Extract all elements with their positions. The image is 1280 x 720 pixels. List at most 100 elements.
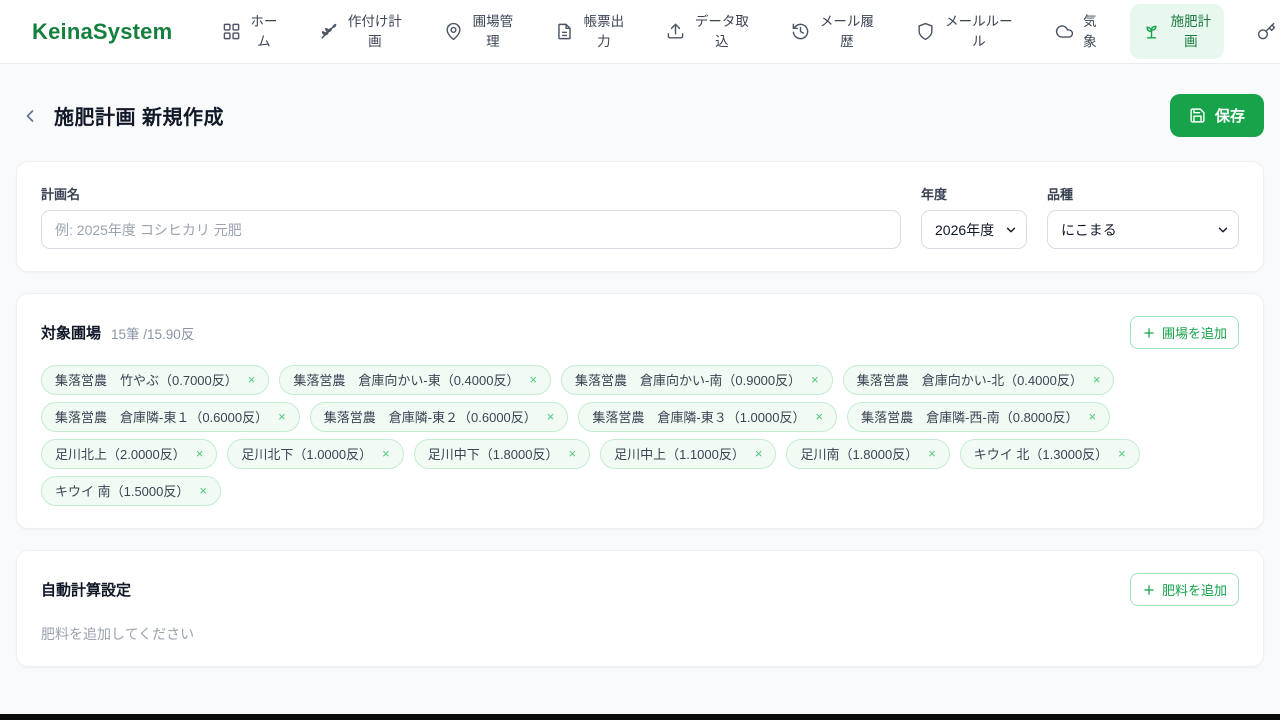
remove-field-button[interactable]: × — [928, 447, 936, 460]
field-chip: 集落営農 倉庫隣-西-南（0.8000反） × — [847, 402, 1111, 432]
field-chip-label: 集落営農 倉庫向かい-東（0.4000反） — [293, 373, 520, 388]
remove-field-button[interactable]: × — [278, 410, 286, 423]
plan-name-input[interactable] — [41, 210, 901, 249]
save-button[interactable]: 保存 — [1169, 94, 1264, 137]
year-select[interactable]: 2026年度 — [921, 210, 1027, 249]
field-chip: 集落営農 倉庫向かい-南（0.9000反） × — [561, 365, 833, 395]
top-nav-bar: KeinaSystem ホーム 作付け計画 圃場管理 帳票出力 データ取込 メー… — [0, 0, 1280, 64]
target-fields-card: 対象圃場 15筆 /15.90反 圃場を追加 集落営農 竹やぶ（0.7000反）… — [16, 293, 1264, 529]
bottom-edge-bar — [0, 714, 1280, 720]
remove-field-button[interactable]: × — [1088, 410, 1096, 423]
field-chip-label: 足川南（1.8000反） — [800, 447, 919, 462]
nav-item-fertilizer-plan[interactable]: 施肥計画 — [1130, 3, 1225, 60]
nav-item-weather[interactable]: 気象 — [1047, 6, 1105, 57]
brand-logo: KeinaSystem — [32, 18, 173, 44]
remove-field-button[interactable]: × — [1118, 447, 1126, 460]
main-content: 施肥計画 新規作成 保存 計画名 年度 2026年度 — [0, 94, 1280, 667]
nav-item-home[interactable]: ホーム — [214, 6, 286, 57]
add-fertilizer-button[interactable]: 肥料を追加 — [1129, 573, 1239, 606]
sprout-icon — [1142, 22, 1161, 41]
nav-label: メール履歴 — [819, 13, 874, 49]
add-field-button[interactable]: 圃場を追加 — [1129, 316, 1239, 349]
add-field-button-label: 圃場を追加 — [1161, 326, 1227, 341]
field-chip-label: 集落営農 倉庫隣-東３（1.0000反） — [592, 410, 806, 425]
upload-icon — [666, 22, 685, 41]
remove-field-button[interactable]: × — [248, 373, 256, 386]
page-title: 施肥計画 新規作成 — [54, 107, 225, 129]
field-chip: キウイ 北（1.3000反） × — [959, 439, 1140, 469]
year-label: 年度 — [921, 187, 948, 202]
variety-select[interactable]: にこまる — [1047, 210, 1239, 249]
add-fertilizer-button-label: 肥料を追加 — [1161, 583, 1227, 598]
remove-field-button[interactable]: × — [382, 447, 390, 460]
remove-field-button[interactable]: × — [529, 373, 537, 386]
field-chip-label: 足川北下（1.0000反） — [241, 447, 373, 462]
nav-label: 圃場管理 — [472, 13, 514, 49]
remove-field-button[interactable]: × — [811, 373, 819, 386]
key-icon — [1257, 22, 1276, 41]
nav-label: メールルール — [945, 13, 1013, 49]
field-chip: 足川中下（1.8000反） × — [413, 439, 591, 469]
nav-label: 作付け計画 — [347, 13, 402, 49]
nav-item-data-import[interactable]: データ取込 — [658, 6, 758, 57]
field-chip-label: キウイ 南（1.5000反） — [55, 484, 190, 499]
nav-item-report-output[interactable]: 帳票出力 — [547, 6, 633, 57]
field-chip: 集落営農 倉庫向かい-東（0.4000反） × — [279, 365, 552, 395]
nav-item-field-management[interactable]: 圃場管理 — [436, 6, 522, 57]
nav-item-api-key[interactable] — [1249, 16, 1280, 47]
remove-field-button[interactable]: × — [196, 447, 204, 460]
field-chip: 足川中上（1.1000反） × — [600, 439, 777, 469]
field-chip: 集落営農 倉庫隣-東１（0.6000反） × — [41, 402, 300, 432]
field-chip-label: 集落営農 倉庫隣-東２（0.6000反） — [323, 410, 537, 425]
main-nav: ホーム 作付け計画 圃場管理 帳票出力 データ取込 メール履歴 メールルール 気… — [214, 3, 1280, 60]
remove-field-button[interactable]: × — [815, 410, 823, 423]
field-chip-label: 集落営農 倉庫向かい-北（0.4000反） — [856, 373, 1083, 388]
field-chip-list: 集落営農 竹やぶ（0.7000反） × 集落営農 倉庫向かい-東（0.4000反）… — [41, 365, 1239, 506]
remove-field-button[interactable]: × — [1093, 373, 1101, 386]
back-button[interactable] — [16, 102, 44, 130]
save-icon — [1190, 108, 1205, 123]
field-chip-label: 集落営農 倉庫向かい-南（0.9000反） — [575, 373, 802, 388]
field-chip-label: 集落営農 倉庫隣-東１（0.6000反） — [55, 410, 269, 425]
nav-label: 気象 — [1083, 13, 1097, 49]
field-chip: 足川北上（2.0000反） × — [41, 439, 218, 469]
target-fields-title: 対象圃場 — [41, 325, 102, 342]
plan-name-label: 計画名 — [41, 187, 81, 202]
field-chip: 集落営農 倉庫隣-東３（1.0000反） × — [578, 402, 838, 432]
field-chip-label: 集落営農 倉庫隣-西-南（0.8000反） — [861, 410, 1079, 425]
variety-label: 品種 — [1047, 187, 1074, 202]
cloud-icon — [1055, 22, 1074, 41]
field-chip-label: 足川北上（2.0000反） — [55, 447, 186, 462]
field-chip: 集落営農 倉庫隣-東２（0.6000反） × — [309, 402, 569, 432]
remove-field-button[interactable]: × — [199, 484, 207, 497]
wheat-icon — [319, 22, 338, 41]
target-fields-summary: 15筆 /15.90反 — [111, 326, 195, 342]
remove-field-button[interactable]: × — [547, 410, 555, 423]
field-chip-label: 足川中下（1.8000反） — [427, 447, 559, 462]
nav-item-mail-rules[interactable]: メールルール — [908, 6, 1022, 57]
shield-icon — [916, 22, 935, 41]
chevron-left-icon — [26, 109, 34, 122]
field-chip-label: 足川中上（1.1000反） — [614, 447, 745, 462]
field-chip: 足川北下（1.0000反） × — [227, 439, 404, 469]
plus-icon — [1144, 584, 1154, 595]
page-header: 施肥計画 新規作成 保存 — [16, 94, 1264, 137]
field-chip: キウイ 南（1.5000反） × — [41, 476, 221, 506]
nav-item-planting-plan[interactable]: 作付け計画 — [311, 6, 411, 57]
remove-field-button[interactable]: × — [568, 447, 576, 460]
auto-calc-card: 自動計算設定 肥料を追加 肥料を追加してください — [16, 550, 1264, 667]
nav-label: 帳票出力 — [583, 13, 625, 49]
map-pin-icon — [444, 22, 463, 41]
history-icon — [791, 22, 810, 41]
nav-label: データ取込 — [694, 13, 749, 49]
nav-item-mail-history[interactable]: メール履歴 — [783, 6, 883, 57]
nav-label: 施肥計画 — [1170, 13, 1212, 49]
document-icon — [555, 22, 574, 41]
plan-form-card: 計画名 年度 2026年度 品種 にこまる — [16, 161, 1264, 272]
remove-field-button[interactable]: × — [755, 447, 763, 460]
field-chip-label: 集落営農 竹やぶ（0.7000反） — [55, 373, 238, 388]
field-chip-label: キウイ 北（1.3000反） — [973, 447, 1109, 462]
save-button-label: 保存 — [1214, 108, 1245, 125]
nav-label: ホーム — [250, 13, 278, 49]
auto-calc-empty-message: 肥料を追加してください — [41, 626, 195, 642]
